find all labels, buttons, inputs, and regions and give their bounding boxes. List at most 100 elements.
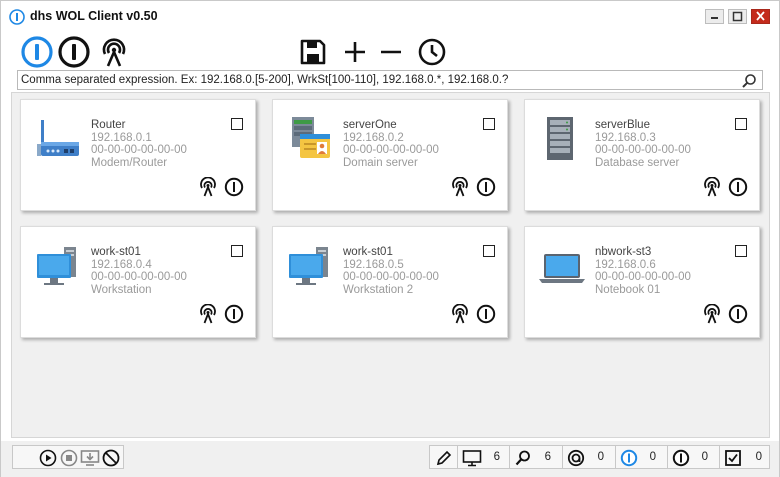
device-mac: 00-00-00-00-00-00 xyxy=(595,144,691,156)
selected-count: 0 xyxy=(755,451,762,463)
broadcast-icon xyxy=(102,38,126,67)
add-device-button[interactable] xyxy=(338,35,372,69)
device-name: work-st01 xyxy=(343,246,393,258)
power-off-icon xyxy=(58,36,90,68)
app-window: dhs WOL Client v0.50 Comma separated exp… xyxy=(0,0,780,477)
device-mac: 00-00-00-00-00-00 xyxy=(91,144,187,156)
device-card[interactable]: serverOne 192.168.0.2 00-00-00-00-00-00 … xyxy=(272,99,508,211)
download-monitor-icon[interactable] xyxy=(80,449,100,467)
device-name: serverBlue xyxy=(595,119,650,131)
ping-icon[interactable] xyxy=(702,177,722,197)
offline-power-icon xyxy=(672,449,690,467)
minimize-icon xyxy=(711,17,718,19)
toolbar xyxy=(1,32,779,70)
offline-count: 0 xyxy=(701,451,708,463)
play-icon[interactable] xyxy=(39,449,57,467)
minimize-button[interactable] xyxy=(705,9,724,24)
close-icon xyxy=(756,11,765,21)
online-power-icon xyxy=(620,449,638,467)
database-server-icon xyxy=(547,117,573,160)
device-mac: 00-00-00-00-00-00 xyxy=(343,144,439,156)
device-name: nbwork-st3 xyxy=(595,246,652,258)
online-count: 0 xyxy=(649,451,656,463)
device-card[interactable]: work-st01 192.168.0.4 00-00-00-00-00-00 … xyxy=(20,226,256,338)
device-mac: 00-00-00-00-00-00 xyxy=(595,271,691,283)
power-icon[interactable] xyxy=(476,177,496,197)
search-found-icon xyxy=(515,450,530,466)
shutdown-all-button[interactable] xyxy=(57,35,91,69)
device-card[interactable]: work-st01 192.168.0.5 00-00-00-00-00-00 … xyxy=(272,226,508,338)
device-checkbox[interactable] xyxy=(735,118,747,130)
device-card[interactable]: nbwork-st3 192.168.0.6 00-00-00-00-00-00… xyxy=(524,226,760,338)
device-info: serverBlue 192.168.0.3 00-00-00-00-00-00… xyxy=(595,119,691,169)
wake-all-button[interactable] xyxy=(20,35,54,69)
remove-device-button[interactable] xyxy=(374,35,408,69)
ping-icon[interactable] xyxy=(198,304,218,324)
maximize-button[interactable] xyxy=(728,9,747,24)
device-info: serverOne 192.168.0.2 00-00-00-00-00-00 … xyxy=(343,119,439,169)
ping-all-button[interactable] xyxy=(97,35,131,69)
pinged-count: 0 xyxy=(597,451,604,463)
save-icon xyxy=(300,39,326,65)
search-box xyxy=(17,70,763,90)
router-icon xyxy=(37,120,79,156)
plus-icon xyxy=(345,42,365,62)
maximize-icon xyxy=(732,11,743,22)
save-button[interactable] xyxy=(296,35,330,69)
stop-icon[interactable] xyxy=(60,449,78,467)
device-name: Router xyxy=(91,119,126,131)
workstation-icon xyxy=(289,247,328,285)
search-input[interactable] xyxy=(21,72,735,88)
device-ip: 192.168.0.3 xyxy=(595,131,656,144)
device-info: nbwork-st3 192.168.0.6 00-00-00-00-00-00… xyxy=(595,246,691,296)
domain-server-icon xyxy=(292,117,330,158)
monitor-icon xyxy=(462,450,482,467)
device-checkbox[interactable] xyxy=(483,118,495,130)
ping-icon[interactable] xyxy=(450,177,470,197)
checkbox-checked-icon xyxy=(725,450,741,466)
workstation-icon xyxy=(37,247,76,285)
device-name: serverOne xyxy=(343,119,397,131)
device-type: Workstation 2 xyxy=(343,283,414,296)
device-type: Workstation xyxy=(91,283,152,296)
power-icon[interactable] xyxy=(728,177,748,197)
status-bar: 6 6 0 0 0 0 xyxy=(1,441,779,477)
device-checkbox[interactable] xyxy=(483,245,495,257)
device-type: Modem/Router xyxy=(91,156,168,169)
close-button[interactable] xyxy=(751,9,770,24)
device-mac: 00-00-00-00-00-00 xyxy=(343,271,439,283)
device-checkbox[interactable] xyxy=(231,118,243,130)
device-info: work-st01 192.168.0.4 00-00-00-00-00-00 … xyxy=(91,246,187,296)
device-ip: 192.168.0.4 xyxy=(91,258,152,271)
power-icon[interactable] xyxy=(476,304,496,324)
device-checkbox[interactable] xyxy=(735,245,747,257)
pencil-icon[interactable] xyxy=(435,449,453,467)
search-icon[interactable] xyxy=(741,73,757,89)
device-grid: Router 192.168.0.1 00-00-00-00-00-00 Mod… xyxy=(11,92,770,438)
device-ip: 192.168.0.2 xyxy=(343,131,404,144)
device-checkbox[interactable] xyxy=(231,245,243,257)
ping-icon[interactable] xyxy=(702,304,722,324)
notebook-icon xyxy=(539,254,585,283)
found-count: 6 xyxy=(544,451,551,463)
action-controls xyxy=(12,445,124,469)
device-info: work-st01 192.168.0.5 00-00-00-00-00-00 … xyxy=(343,246,439,296)
ping-icon[interactable] xyxy=(450,304,470,324)
power-icon[interactable] xyxy=(224,304,244,324)
ping-status-icon xyxy=(567,449,585,467)
minus-icon xyxy=(381,50,401,54)
status-counters: 6 6 0 0 0 0 xyxy=(429,445,770,469)
ping-icon[interactable] xyxy=(198,177,218,197)
device-ip: 192.168.0.6 xyxy=(595,258,656,271)
power-icon[interactable] xyxy=(728,304,748,324)
device-card[interactable]: Router 192.168.0.1 00-00-00-00-00-00 Mod… xyxy=(20,99,256,211)
window-title: dhs WOL Client v0.50 xyxy=(30,9,158,23)
cancel-icon[interactable] xyxy=(102,449,120,467)
power-icon[interactable] xyxy=(224,177,244,197)
computers-count: 6 xyxy=(493,451,500,463)
device-card[interactable]: serverBlue 192.168.0.3 00-00-00-00-00-00… xyxy=(524,99,760,211)
schedule-button[interactable] xyxy=(415,35,449,69)
device-ip: 192.168.0.5 xyxy=(343,258,404,271)
device-type: Notebook 01 xyxy=(595,283,661,296)
power-app-icon xyxy=(9,9,25,25)
